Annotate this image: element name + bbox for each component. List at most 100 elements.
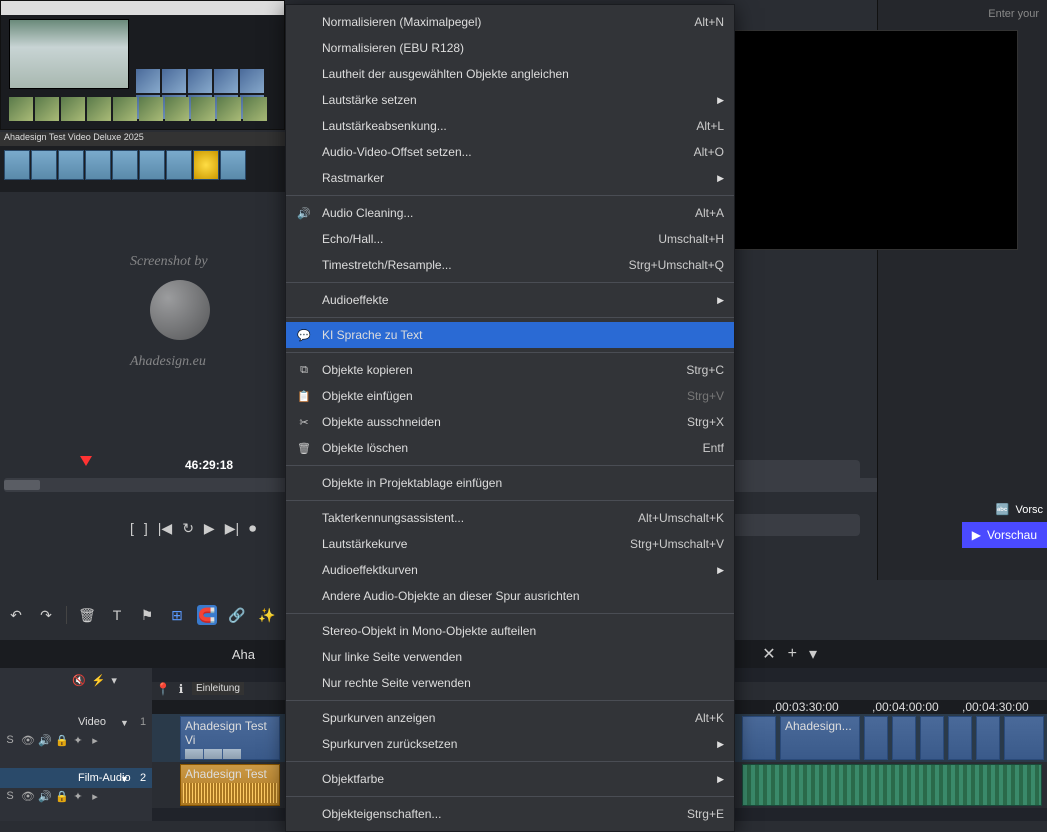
menu-item[interactable]: Rastmarker▶	[286, 165, 734, 191]
track-opt-mute-icon[interactable]: 🔇	[72, 674, 86, 687]
storyboard-clip[interactable]	[193, 150, 219, 180]
range-end-button[interactable]: ]	[144, 520, 148, 536]
storyboard-clip[interactable]	[139, 150, 165, 180]
menu-item[interactable]: Andere Audio-Objekte an dieser Spur ausr…	[286, 583, 734, 609]
storyboard-clip[interactable]	[85, 150, 111, 180]
menu-item[interactable]: Objekteigenschaften...Strg+E	[286, 801, 734, 827]
marker-button[interactable]: ⚑	[137, 605, 157, 625]
clip-thumb[interactable]	[113, 97, 137, 121]
video-clip[interactable]: Ahadesign Test Vi	[180, 716, 280, 760]
collapse-button[interactable]: ▸	[89, 790, 101, 803]
clip-thumb[interactable]	[217, 97, 241, 121]
storyboard-clip[interactable]	[31, 150, 57, 180]
add-tab-button[interactable]: +	[788, 645, 797, 663]
audio-track-dropdown[interactable]: ▼	[120, 774, 129, 784]
redo-button[interactable]: ↷	[36, 605, 56, 625]
menu-item[interactable]: ✂Objekte ausschneidenStrg+X	[286, 409, 734, 435]
menu-item[interactable]: Timestretch/Resample...Strg+Umschalt+Q	[286, 252, 734, 278]
playhead-marker[interactable]	[80, 456, 92, 466]
clip-thumb[interactable]	[165, 97, 189, 121]
track-opt-menu-icon[interactable]: ▾	[111, 674, 117, 687]
scrollbar-thumb[interactable]	[4, 480, 40, 490]
chapter-label[interactable]: Einleitung	[192, 682, 244, 695]
delete-button[interactable]: 🗑	[77, 605, 97, 625]
record-button[interactable]: ⏺	[249, 520, 256, 537]
solo-button[interactable]: S	[4, 790, 16, 803]
menu-item[interactable]: Stereo-Objekt in Mono-Objekte aufteilen	[286, 618, 734, 644]
storyboard-clip[interactable]	[166, 150, 192, 180]
menu-item[interactable]: Audioeffektkurven▶	[286, 557, 734, 583]
storyboard-clip[interactable]	[58, 150, 84, 180]
video-clip[interactable]	[920, 716, 944, 760]
clip-thumb[interactable]	[87, 97, 111, 121]
menu-item[interactable]: Normalisieren (Maximalpegel)Alt+N	[286, 9, 734, 35]
clip-thumb[interactable]	[243, 97, 267, 121]
info-marker-icon[interactable]: ℹ	[174, 682, 188, 696]
video-clip[interactable]	[976, 716, 1000, 760]
audio-clip[interactable]	[742, 764, 1042, 806]
menu-item[interactable]: Nur rechte Seite verwenden	[286, 670, 734, 696]
title-button[interactable]: T	[107, 605, 127, 625]
video-clip[interactable]	[742, 716, 776, 760]
menu-item[interactable]: Normalisieren (EBU R128)	[286, 35, 734, 61]
project-tab[interactable]: Aha	[220, 647, 267, 662]
menu-item[interactable]: Lautstärke setzen▶	[286, 87, 734, 113]
menu-item[interactable]: 💬KI Sprache zu Text	[286, 322, 734, 348]
clip-thumb[interactable]	[139, 97, 163, 121]
menu-item[interactable]: Objektfarbe▶	[286, 766, 734, 792]
clip-thumb[interactable]	[35, 97, 59, 121]
storyboard-clip[interactable]	[112, 150, 138, 180]
panel-titlebar[interactable]	[1, 1, 284, 15]
menu-item[interactable]: 🔊Audio Cleaning...Alt+A	[286, 200, 734, 226]
effects-button[interactable]: ✨	[257, 605, 277, 625]
video-clip[interactable]: Ahadesign...	[780, 716, 860, 760]
audio-button[interactable]: 🔊	[38, 790, 50, 803]
play-button[interactable]: ▶	[204, 520, 215, 537]
storyboard-clip[interactable]	[4, 150, 30, 180]
clip-thumb[interactable]	[188, 69, 212, 93]
skip-end-button[interactable]: ▶|	[225, 520, 239, 537]
storyboard-clip[interactable]	[220, 150, 246, 180]
track-opt-fx-icon[interactable]: ⚡	[92, 674, 106, 687]
range-start-button[interactable]: [	[130, 520, 134, 536]
magnet-button[interactable]: 🧲	[197, 605, 217, 625]
tab-menu-button[interactable]: ▾	[809, 644, 817, 664]
loop-button[interactable]: ↻	[182, 520, 194, 537]
menu-item[interactable]: Lautstärkeabsenkung...Alt+L	[286, 113, 734, 139]
menu-item[interactable]: Echo/Hall...Umschalt+H	[286, 226, 734, 252]
preview-thumbnail[interactable]	[9, 19, 129, 89]
fx-button[interactable]: ✦	[72, 734, 84, 747]
video-clip[interactable]	[864, 716, 888, 760]
preview-button[interactable]: ▶ Vorschau	[962, 522, 1047, 548]
chapter-marker-icon[interactable]: 📍	[156, 682, 170, 696]
translate-icon[interactable]: 🔤	[996, 503, 1010, 516]
menu-item[interactable]: LautstärkekurveStrg+Umschalt+V	[286, 531, 734, 557]
menu-item[interactable]: Audioeffekte▶	[286, 287, 734, 313]
video-track-dropdown[interactable]: ▼	[120, 718, 129, 728]
solo-button[interactable]: S	[4, 734, 16, 747]
audio-button[interactable]: 🔊	[38, 734, 50, 747]
video-clip[interactable]	[948, 716, 972, 760]
collapse-button[interactable]: ▸	[89, 734, 101, 747]
fx-button[interactable]: ✦	[72, 790, 84, 803]
clip-thumb[interactable]	[191, 97, 215, 121]
menu-item[interactable]: Nur linke Seite verwenden	[286, 644, 734, 670]
clip-thumb[interactable]	[136, 69, 160, 93]
menu-item[interactable]: Spurkurven zurücksetzen▶	[286, 731, 734, 757]
grid-button[interactable]: ⊞	[167, 605, 187, 625]
undo-button[interactable]: ↶	[6, 605, 26, 625]
menu-item[interactable]: ⧉Objekte kopierenStrg+C	[286, 357, 734, 383]
visible-button[interactable]: 👁	[21, 734, 33, 747]
lock-button[interactable]: 🔒	[55, 734, 67, 747]
menu-item[interactable]: Objekte in Projektablage einfügen	[286, 470, 734, 496]
clip-thumb[interactable]	[214, 69, 238, 93]
video-clip[interactable]	[1004, 716, 1044, 760]
clip-thumb[interactable]	[9, 97, 33, 121]
lock-button[interactable]: 🔒	[55, 790, 67, 803]
close-tab-button[interactable]: ✕	[762, 644, 775, 664]
link-button[interactable]: 🔗	[227, 605, 247, 625]
clip-thumb[interactable]	[240, 69, 264, 93]
menu-item[interactable]: Takterkennungsassistent...Alt+Umschalt+K	[286, 505, 734, 531]
clip-thumb[interactable]	[61, 97, 85, 121]
menu-item[interactable]: 🗑Objekte löschenEntf	[286, 435, 734, 461]
